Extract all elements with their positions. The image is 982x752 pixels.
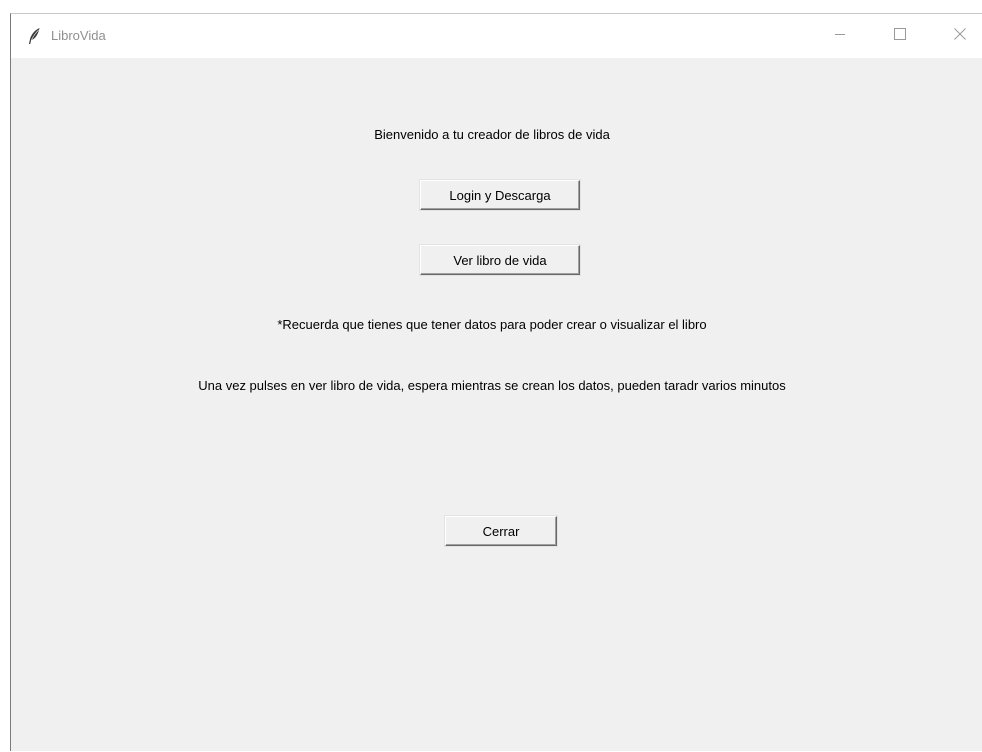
window-title: LibroVida xyxy=(51,28,106,43)
welcome-label: Bienvenido a tu creador de libros de vid… xyxy=(374,127,610,142)
reminder-label: *Recuerda que tienes que tener datos par… xyxy=(277,317,707,332)
minimize-button[interactable] xyxy=(817,14,863,58)
maximize-button[interactable] xyxy=(877,14,923,58)
minimize-icon xyxy=(834,27,846,45)
view-book-button[interactable]: Ver libro de vida xyxy=(420,245,580,275)
close-window-button[interactable] xyxy=(937,14,982,58)
close-button[interactable]: Cerrar xyxy=(445,516,557,546)
feather-icon xyxy=(27,27,41,45)
title-bar[interactable]: LibroVida xyxy=(11,14,982,58)
close-icon xyxy=(954,27,966,45)
app-window: LibroVida Bienvenido a tu creador de lib… xyxy=(10,13,982,751)
maximize-icon xyxy=(894,27,906,45)
wait-notice-label: Una vez pulses en ver libro de vida, esp… xyxy=(198,378,786,393)
login-download-button[interactable]: Login y Descarga xyxy=(420,180,580,210)
main-panel: Bienvenido a tu creador de libros de vid… xyxy=(11,58,982,752)
